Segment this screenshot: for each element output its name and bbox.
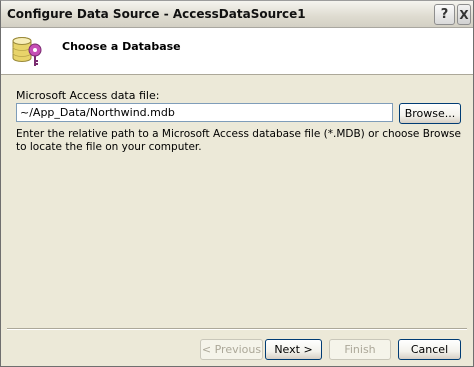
browse-button[interactable]: Browse...	[399, 103, 461, 124]
configure-data-source-dialog: Configure Data Source - AccessDataSource…	[0, 0, 474, 367]
database-key-icon	[10, 33, 46, 69]
next-button[interactable]: Next >	[265, 339, 322, 360]
footer-divider	[7, 328, 467, 330]
data-file-path-input[interactable]	[16, 103, 393, 122]
page-title: Choose a Database	[62, 40, 181, 53]
help-button[interactable]: ?	[434, 4, 455, 25]
help-description: Enter the relative path to a Microsoft A…	[16, 128, 461, 153]
previous-button[interactable]: < Previous	[200, 339, 263, 360]
title-bar: Configure Data Source - AccessDataSource…	[1, 1, 473, 28]
close-button[interactable]: X	[457, 4, 471, 25]
window-title: Configure Data Source - AccessDataSource…	[7, 7, 306, 21]
finish-button[interactable]: Finish	[329, 339, 391, 360]
wizard-header: Choose a Database	[1, 28, 473, 75]
data-file-label: Microsoft Access data file:	[16, 89, 160, 102]
cancel-button[interactable]: Cancel	[398, 339, 461, 360]
